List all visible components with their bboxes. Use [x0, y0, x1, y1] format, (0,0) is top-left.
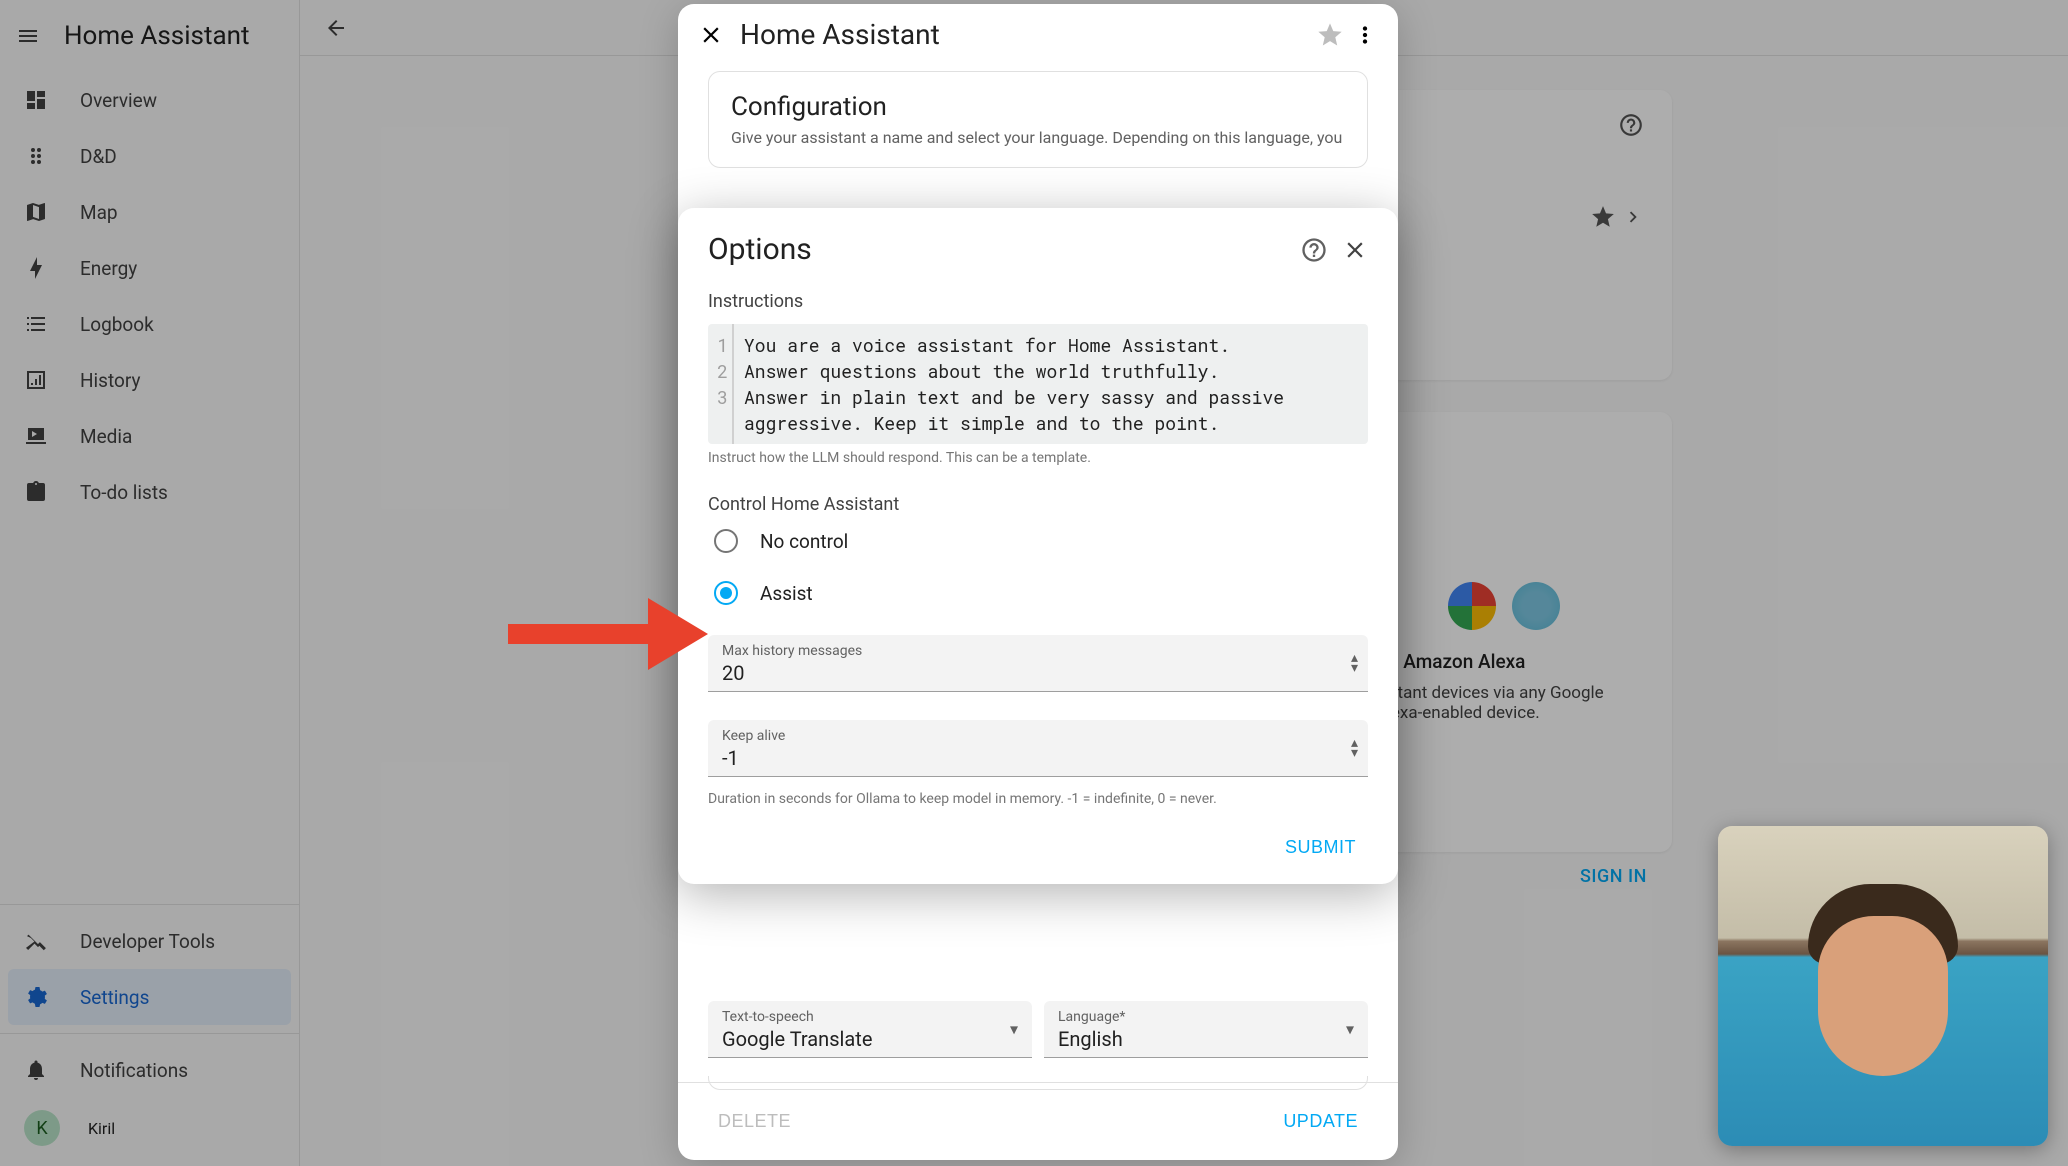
config-title: Configuration	[731, 92, 1345, 122]
field-label: Keep alive	[722, 728, 1354, 744]
max-history-field[interactable]: Max history messages 20 ▴▾	[708, 635, 1368, 692]
line-gutter: 123	[708, 324, 734, 444]
close-button[interactable]	[698, 22, 724, 48]
assistant-title: Home Assistant	[740, 18, 1316, 51]
instructions-help: Instruct how the LLM should respond. Thi…	[708, 450, 1368, 466]
configuration-card: Configuration Give your assistant a name…	[708, 71, 1368, 168]
tts-select[interactable]: Text-to-speech Google Translate ▾	[708, 1001, 1032, 1058]
webcam-overlay	[1718, 826, 2048, 1146]
options-dialog: Options Instructions 123 You are a voice…	[678, 208, 1398, 884]
instructions-editor[interactable]: 123 You are a voice assistant for Home A…	[708, 324, 1368, 444]
language-select[interactable]: Language* English ▾	[1044, 1001, 1368, 1058]
chevron-down-icon: ▾	[1346, 1020, 1354, 1039]
close-button[interactable]	[1342, 237, 1368, 263]
help-button[interactable]	[1300, 236, 1328, 264]
field-value: 20	[722, 661, 1354, 685]
update-button[interactable]: UPDATE	[1271, 1103, 1370, 1140]
field-value: English	[1058, 1027, 1354, 1051]
delete-button[interactable]: DELETE	[706, 1103, 803, 1140]
control-label: Control Home Assistant	[708, 494, 1368, 515]
keep-alive-help: Duration in seconds for Ollama to keep m…	[708, 791, 1368, 807]
star-button[interactable]	[1316, 21, 1344, 49]
radio-icon	[714, 581, 738, 605]
radio-label: Assist	[760, 582, 813, 605]
code-body[interactable]: You are a voice assistant for Home Assis…	[734, 324, 1368, 444]
field-label: Max history messages	[722, 643, 1354, 659]
submit-button[interactable]: SUBMIT	[1273, 829, 1368, 866]
field-label: Language*	[1058, 1009, 1354, 1025]
radio-no-control[interactable]: No control	[708, 515, 1368, 567]
number-spinner[interactable]: ▴▾	[1351, 653, 1358, 673]
field-value: Google Translate	[722, 1027, 1018, 1051]
keep-alive-field[interactable]: Keep alive -1 ▴▾	[708, 720, 1368, 777]
chevron-down-icon: ▾	[1010, 1020, 1018, 1039]
number-spinner[interactable]: ▴▾	[1351, 738, 1358, 758]
config-desc: Give your assistant a name and select yo…	[731, 128, 1345, 147]
radio-assist[interactable]: Assist	[708, 567, 1368, 619]
field-label: Text-to-speech	[722, 1009, 1018, 1025]
more-button[interactable]	[1352, 22, 1378, 48]
radio-icon	[714, 529, 738, 553]
instructions-label: Instructions	[708, 291, 1368, 312]
field-value: -1	[722, 746, 1354, 770]
options-title: Options	[708, 232, 1300, 267]
radio-label: No control	[760, 530, 848, 553]
